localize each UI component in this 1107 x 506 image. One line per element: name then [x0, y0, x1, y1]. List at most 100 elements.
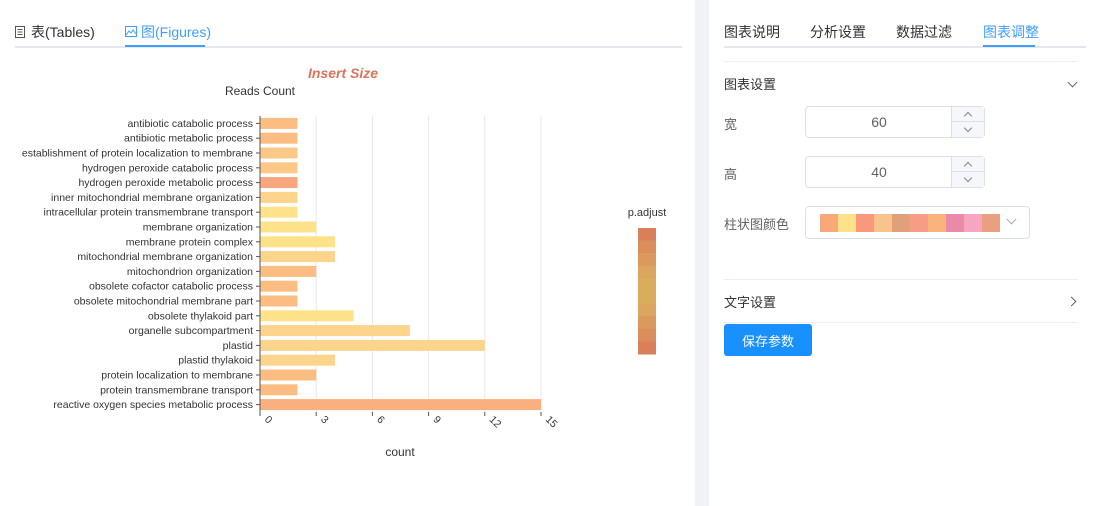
active-tab-indicator: [983, 45, 1035, 47]
document-icon: [15, 25, 28, 39]
bar: [260, 236, 335, 248]
palette-swatch: [820, 214, 838, 232]
image-icon: [125, 25, 138, 39]
category-label: obsolete cofactor catabolic process: [89, 281, 253, 293]
tab-chart-description[interactable]: 图表说明: [724, 22, 780, 42]
chevron-right-icon: [1068, 296, 1078, 306]
chevron-down-icon: [1007, 216, 1017, 226]
chevron-down-icon: [1068, 79, 1078, 89]
category-label: membrane organization: [143, 222, 253, 234]
x-axis-label: count: [385, 445, 415, 459]
height-increase-button[interactable]: [952, 157, 984, 172]
palette-swatch: [928, 214, 946, 232]
palette-swatch: [910, 214, 928, 232]
active-tab-indicator: [125, 45, 205, 47]
bar: [260, 265, 317, 277]
bar: [260, 384, 298, 396]
width-stepper[interactable]: 60: [805, 106, 985, 138]
bar: [260, 147, 298, 159]
bar: [260, 177, 298, 189]
x-tick-label: 6: [374, 414, 387, 427]
chart-title: Insert Size: [308, 65, 378, 81]
palette-swatch: [874, 214, 892, 232]
category-label: organelle subcompartment: [129, 325, 253, 337]
category-label: antibiotic catabolic process: [128, 118, 253, 130]
width-stepper-controls: [951, 107, 984, 137]
bar: [260, 339, 485, 351]
palette-swatch: [856, 214, 874, 232]
height-stepper[interactable]: 40: [805, 156, 985, 188]
legend-color-segment: [638, 291, 656, 305]
bar-color-select[interactable]: [805, 206, 1030, 239]
palette-swatch: [838, 214, 856, 232]
bar: [260, 325, 410, 337]
category-label: mitochondrial membrane organization: [77, 251, 253, 263]
width-decrease-button[interactable]: [952, 122, 984, 137]
legend-color-segment: [638, 265, 656, 279]
tab-tables-label: 表(Tables): [31, 24, 95, 40]
x-tick-label: 15: [543, 414, 560, 431]
palette-swatch: [964, 214, 982, 232]
x-tick-label: 9: [430, 414, 443, 427]
bar: [260, 354, 335, 366]
category-label: protein localization to membrane: [101, 370, 253, 382]
bar-chart: Insert Size Reads Count antibiotic catabol…: [22, 65, 666, 459]
bar: [260, 191, 298, 203]
category-label: protein transmembrane transport: [100, 384, 253, 396]
bar: [260, 117, 298, 129]
legend-color-segment: [638, 328, 656, 342]
category-label: establishment of protein localization to…: [22, 148, 253, 160]
height-value[interactable]: 40: [806, 157, 952, 187]
width-value[interactable]: 60: [806, 107, 952, 137]
bar: [260, 162, 298, 174]
category-label: mitochondrion organization: [127, 266, 253, 278]
category-label: plastid thylakoid: [178, 355, 253, 367]
x-tick-label: 12: [487, 414, 504, 431]
tab-data-filter[interactable]: 数据过滤: [896, 22, 952, 42]
category-label: plastid: [223, 340, 254, 352]
legend-color-segment: [638, 240, 656, 254]
width-label: 宽: [724, 117, 738, 132]
legend-color-segment: [638, 228, 656, 242]
tab-analysis-settings[interactable]: 分析设置: [810, 22, 866, 42]
category-label: hydrogen peroxide catabolic process: [82, 162, 253, 174]
bar: [260, 369, 317, 381]
bar: [260, 132, 298, 144]
bar: [260, 206, 298, 218]
legend-color-segment: [638, 303, 656, 317]
color-palette-preview: [820, 214, 1000, 232]
tab-figures[interactable]: 图(Figures): [125, 22, 211, 42]
category-label: hydrogen peroxide metabolic process: [78, 177, 253, 189]
chart-area: Insert Size Reads Count antibiotic catabol…: [0, 56, 695, 476]
chart-settings-header[interactable]: 图表设置: [724, 61, 1078, 105]
x-tick-label: 3: [318, 414, 331, 427]
tab-chart-adjust[interactable]: 图表调整: [983, 22, 1039, 42]
bar: [260, 399, 541, 411]
x-tick-label: 0: [262, 414, 275, 427]
save-params-button[interactable]: 保存参数: [724, 324, 812, 356]
chart-subtitle: Reads Count: [225, 84, 296, 98]
category-label: antibiotic metabolic process: [124, 133, 253, 145]
text-settings-header[interactable]: 文字设置: [724, 279, 1078, 323]
figure-panel: 表(Tables) 图(Figures) Insert Size Reads Co…: [0, 0, 695, 506]
legend-color-segment: [638, 278, 656, 292]
tab-figures-label: 图(Figures): [141, 24, 212, 40]
palette-swatch: [946, 214, 964, 232]
category-label: intracellular protein transmembrane tran…: [43, 207, 253, 219]
category-label: obsolete mitochondrial membrane part: [74, 296, 253, 308]
height-decrease-button[interactable]: [952, 172, 984, 187]
legend-color-segment: [638, 253, 656, 267]
tab-tables[interactable]: 表(Tables): [15, 22, 95, 42]
settings-panel: 图表说明 分析设置 数据过滤 图表调整 图表设置 宽 60 高 40 柱状图颜色…: [709, 0, 1107, 506]
width-increase-button[interactable]: [952, 107, 984, 122]
category-label: reactive oxygen species metabolic proces…: [53, 399, 253, 411]
bar: [260, 251, 335, 263]
height-stepper-controls: [951, 157, 984, 187]
legend-color-segment: [638, 316, 656, 330]
palette-swatch: [982, 214, 1000, 232]
bar: [260, 280, 298, 292]
legend-color-segment: [638, 341, 656, 355]
category-label: obsolete thylakoid part: [148, 310, 253, 322]
palette-swatch: [892, 214, 910, 232]
bar: [260, 221, 317, 233]
